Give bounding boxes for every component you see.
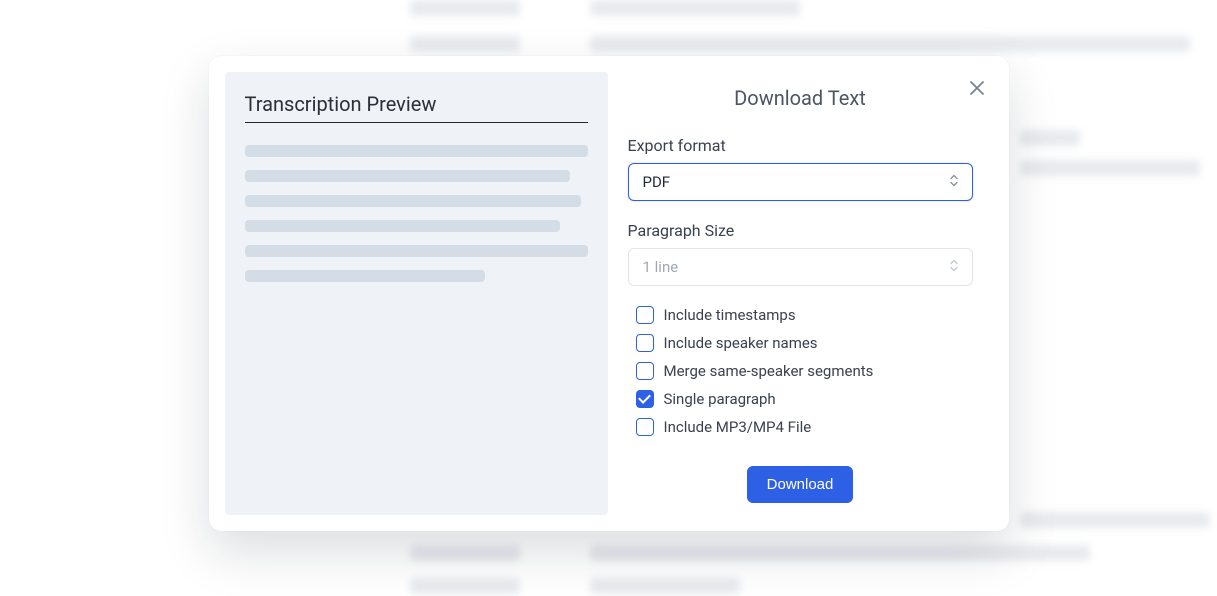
- checkbox-row-include-media: Include MP3/MP4 File: [636, 418, 973, 436]
- checkbox-label: Single paragraph: [664, 390, 776, 408]
- skeleton-line: [245, 170, 571, 182]
- checkbox-single-paragraph[interactable]: [636, 390, 654, 408]
- checkbox-label: Include MP3/MP4 File: [664, 418, 812, 436]
- checkbox-row-merge-segments: Merge same-speaker segments: [636, 362, 973, 380]
- checkbox-label: Include speaker names: [664, 334, 818, 352]
- download-modal: Transcription Preview Download Text Expo…: [209, 56, 1009, 531]
- skeleton-line: [245, 195, 581, 207]
- download-button[interactable]: Download: [747, 466, 854, 503]
- modal-title: Download Text: [628, 86, 973, 110]
- paragraph-size-label: Paragraph Size: [628, 221, 973, 240]
- download-options-panel: Download Text Export format PDF Paragrap…: [608, 56, 1009, 531]
- export-format-select-wrapper: PDF: [628, 163, 973, 201]
- transcription-preview-panel: Transcription Preview: [225, 72, 608, 515]
- export-format-select[interactable]: PDF: [628, 163, 973, 201]
- skeleton-line: [245, 220, 561, 232]
- preview-title: Transcription Preview: [245, 92, 588, 123]
- modal-overlay: Transcription Preview Download Text Expo…: [0, 0, 1217, 596]
- skeleton-line: [245, 270, 485, 282]
- close-icon: [970, 81, 984, 95]
- checkbox-row-single-paragraph: Single paragraph: [636, 390, 973, 408]
- checkbox-include-media[interactable]: [636, 418, 654, 436]
- skeleton-line: [245, 245, 588, 257]
- paragraph-size-select-wrapper: 1 line: [628, 248, 973, 286]
- close-button[interactable]: [967, 78, 987, 98]
- skeleton-line: [245, 145, 588, 157]
- checkbox-row-speaker-names: Include speaker names: [636, 334, 973, 352]
- checkbox-speaker-names[interactable]: [636, 334, 654, 352]
- paragraph-size-select[interactable]: 1 line: [628, 248, 973, 286]
- options-checkbox-group: Include timestamps Include speaker names…: [628, 306, 973, 436]
- export-format-label: Export format: [628, 136, 973, 155]
- checkbox-timestamps[interactable]: [636, 306, 654, 324]
- checkbox-row-timestamps: Include timestamps: [636, 306, 973, 324]
- checkbox-label: Merge same-speaker segments: [664, 362, 874, 380]
- checkbox-label: Include timestamps: [664, 306, 796, 324]
- checkbox-merge-segments[interactable]: [636, 362, 654, 380]
